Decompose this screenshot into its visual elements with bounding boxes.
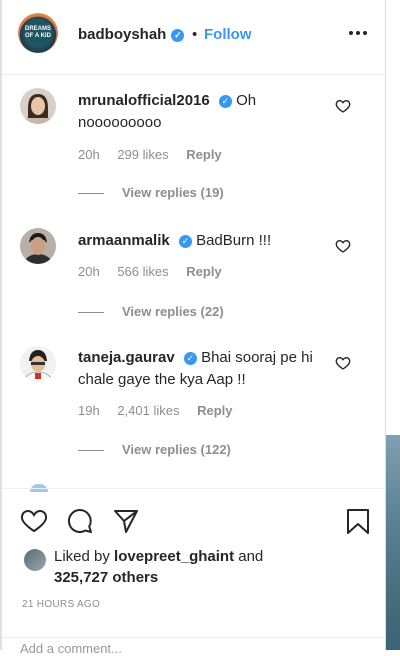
verified-badge-icon: ✓ [171,28,185,42]
cartoon-avatar-icon [20,346,56,382]
comment-meta: 20h 299 likes Reply [78,147,236,162]
view-replies-label[interactable]: View replies (19) [122,185,224,200]
post-header: DREAMS OF A KID badboyshah ✓ • Follow [2,0,385,75]
author-username[interactable]: badboyshah ✓ [78,26,185,43]
like-comment-heart-icon[interactable] [335,355,351,371]
verified-badge-icon: ✓ [218,94,232,108]
background-photo-strip [386,0,400,650]
commenter-avatar[interactable] [20,346,56,382]
comment-text-block: mrunalofficial2016 ✓ Oh nooooooooo [78,90,328,134]
view-replies-label[interactable]: View replies (122) [122,442,231,457]
commenter-username[interactable]: mrunalofficial2016 [78,92,210,109]
view-replies-label[interactable]: View replies (22) [122,304,224,319]
post-actions: Liked by lovepreet_ghaint and 325,727 ot… [2,488,385,656]
comment-text-block: armaanmalik ✓ BadBurn !!! [78,230,328,252]
background-photo [386,435,400,650]
post-comments-panel: DREAMS OF A KID badboyshah ✓ • Follow mru… [0,0,386,656]
comment-time[interactable]: 20h [78,147,100,162]
view-replies-button[interactable]: View replies (19) [78,185,224,200]
like-comment-heart-icon[interactable] [335,238,351,254]
add-comment-input[interactable]: Add a comment... [20,641,122,656]
reply-button[interactable]: Reply [197,403,232,418]
comment-bubble-icon[interactable] [66,507,94,535]
author-avatar-logo: DREAMS OF A KID [23,18,53,48]
bookmark-save-icon[interactable] [344,507,372,535]
comment-time[interactable]: 19h [78,403,100,418]
verified-badge-icon: ✓ [178,234,192,248]
reply-button[interactable]: Reply [186,264,221,279]
liked-by-prefix: Liked by [54,548,110,565]
commenter-avatar[interactable] [20,228,56,264]
replies-divider [78,193,104,195]
like-heart-icon[interactable] [20,507,48,535]
separator-dot: • [192,26,198,43]
liked-by-user[interactable]: lovepreet_ghaint [114,548,234,565]
follow-button[interactable]: Follow [204,26,252,43]
comment-text-block: taneja.gaurav ✓ Bhai sooraj pe hi chale … [78,347,328,391]
replies-divider [78,450,104,452]
comment-likes[interactable]: 299 likes [117,147,168,162]
verified-badge-icon: ✓ [183,351,197,365]
replies-divider [78,312,104,314]
ellipsis-icon [349,31,367,35]
reply-button[interactable]: Reply [186,147,221,162]
woman-avatar-icon [20,88,56,124]
view-replies-button[interactable]: View replies (122) [78,442,231,457]
author-avatar[interactable]: DREAMS OF A KID [18,13,58,53]
share-direct-icon[interactable] [112,507,140,535]
liker-avatar[interactable] [24,549,46,571]
like-comment-heart-icon[interactable] [335,98,351,114]
comment-time[interactable]: 20h [78,264,100,279]
author-username-text[interactable]: badboyshah [78,26,166,43]
comment-meta: 19h 2,401 likes Reply [78,403,247,418]
commenter-avatar[interactable] [20,88,56,124]
commenter-username[interactable]: armaanmalik [78,232,170,249]
liked-by-others[interactable]: 325,727 others [54,569,158,586]
comment-likes[interactable]: 566 likes [117,264,168,279]
man-avatar-icon [20,228,56,264]
commenter-username[interactable]: taneja.gaurav [78,349,175,366]
post-timestamp[interactable]: 21 HOURS AGO [22,599,100,610]
comment-text: BadBurn !!! [196,232,272,249]
liked-by-summary: Liked by lovepreet_ghaint and 325,727 ot… [54,546,324,588]
more-options-icon[interactable] [347,22,369,50]
comment-meta: 20h 566 likes Reply [78,264,236,279]
liked-by-and: and [238,548,264,565]
comment-likes[interactable]: 2,401 likes [117,403,179,418]
view-replies-button[interactable]: View replies (22) [78,304,224,319]
